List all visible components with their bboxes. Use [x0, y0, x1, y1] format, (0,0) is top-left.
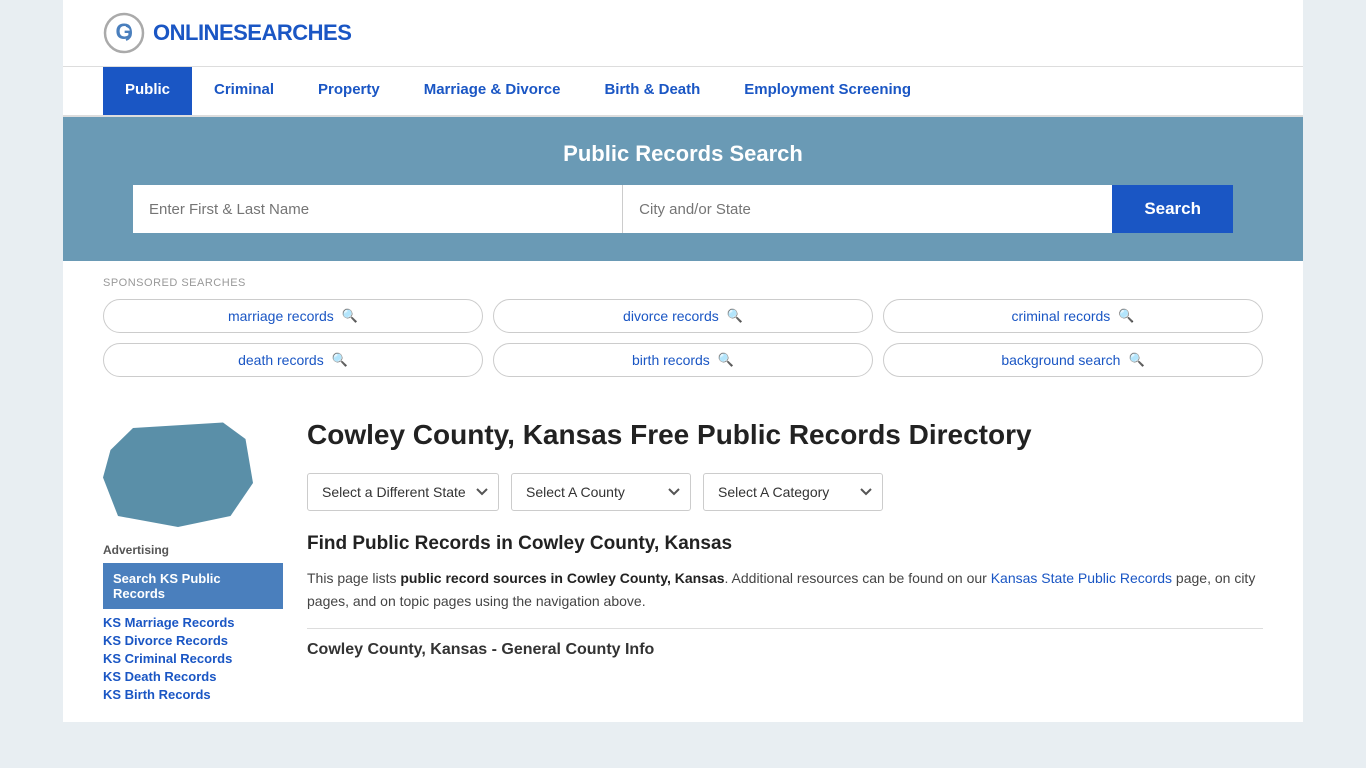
- site-header: G ONLINESEARCHES: [63, 0, 1303, 67]
- main-content: Cowley County, Kansas Free Public Record…: [307, 417, 1263, 702]
- county-dropdown[interactable]: Select A County: [511, 473, 691, 511]
- nav-employment[interactable]: Employment Screening: [722, 67, 933, 115]
- search-icon-2: 🔍: [1118, 308, 1134, 324]
- sponsored-item-4[interactable]: birth records 🔍: [493, 343, 873, 377]
- nav-marriage-divorce[interactable]: Marriage & Divorce: [402, 67, 583, 115]
- ad-active-box[interactable]: Search KS Public Records: [103, 563, 283, 609]
- search-icon-0: 🔍: [342, 308, 358, 324]
- search-icon-1: 🔍: [727, 308, 743, 324]
- search-icon-5: 🔍: [1128, 352, 1144, 368]
- main-nav: Public Criminal Property Marriage & Divo…: [63, 67, 1303, 117]
- search-icon-4: 🔍: [718, 352, 734, 368]
- search-banner: Public Records Search Search: [63, 117, 1303, 261]
- find-title: Find Public Records in Cowley County, Ka…: [307, 533, 1263, 555]
- ks-public-records-link[interactable]: Kansas State Public Records: [991, 570, 1172, 586]
- sponsored-link-5[interactable]: background search: [1001, 352, 1120, 368]
- nav-public[interactable]: Public: [103, 67, 192, 115]
- search-button[interactable]: Search: [1112, 185, 1233, 233]
- logo[interactable]: G ONLINESEARCHES: [103, 12, 351, 54]
- logo-text: ONLINESEARCHES: [153, 20, 351, 46]
- section-subtitle: Cowley County, Kansas - General County I…: [307, 641, 1263, 659]
- sponsored-item-2[interactable]: criminal records 🔍: [883, 299, 1263, 333]
- sponsored-label: SPONSORED SEARCHES: [103, 277, 1263, 289]
- section-divider: [307, 628, 1263, 629]
- sidebar-link-2[interactable]: KS Criminal Records: [103, 651, 283, 666]
- nav-property[interactable]: Property: [296, 67, 402, 115]
- dropdown-row: Select a Different State Select A County…: [307, 473, 1263, 511]
- location-input[interactable]: [623, 185, 1112, 233]
- sponsored-link-4[interactable]: birth records: [632, 352, 710, 368]
- sponsored-item-3[interactable]: death records 🔍: [103, 343, 483, 377]
- sidebar: Advertising Search KS Public Records KS …: [103, 417, 283, 702]
- nav-birth-death[interactable]: Birth & Death: [582, 67, 722, 115]
- sponsored-link-0[interactable]: marriage records: [228, 308, 334, 324]
- find-description: This page lists public record sources in…: [307, 567, 1263, 612]
- find-desc-bold: public record sources in Cowley County, …: [400, 570, 724, 586]
- find-desc-middle: . Additional resources can be found on o…: [725, 570, 991, 586]
- sponsored-item-0[interactable]: marriage records 🔍: [103, 299, 483, 333]
- sponsored-link-2[interactable]: criminal records: [1012, 308, 1111, 324]
- page-title: Cowley County, Kansas Free Public Record…: [307, 417, 1263, 453]
- state-map-icon: [103, 417, 253, 527]
- sidebar-link-1[interactable]: KS Divorce Records: [103, 633, 283, 648]
- sponsored-grid: marriage records 🔍 divorce records 🔍 cri…: [103, 299, 1263, 377]
- body-content: Advertising Search KS Public Records KS …: [63, 397, 1303, 722]
- category-dropdown[interactable]: Select A Category: [703, 473, 883, 511]
- sponsored-item-1[interactable]: divorce records 🔍: [493, 299, 873, 333]
- advertising-label: Advertising: [103, 543, 283, 557]
- find-desc-prefix: This page lists: [307, 570, 400, 586]
- sponsored-section: SPONSORED SEARCHES marriage records 🔍 di…: [63, 261, 1303, 397]
- search-banner-title: Public Records Search: [103, 141, 1263, 167]
- sidebar-link-0[interactable]: KS Marriage Records: [103, 615, 283, 630]
- sidebar-link-4[interactable]: KS Birth Records: [103, 687, 283, 702]
- logo-icon: G: [103, 12, 145, 54]
- sidebar-links: KS Marriage Records KS Divorce Records K…: [103, 615, 283, 702]
- sponsored-link-1[interactable]: divorce records: [623, 308, 719, 324]
- search-icon-3: 🔍: [332, 352, 348, 368]
- search-form: Search: [133, 185, 1233, 233]
- sidebar-link-3[interactable]: KS Death Records: [103, 669, 283, 684]
- state-dropdown[interactable]: Select a Different State: [307, 473, 499, 511]
- name-input[interactable]: [133, 185, 623, 233]
- sponsored-link-3[interactable]: death records: [238, 352, 324, 368]
- nav-criminal[interactable]: Criminal: [192, 67, 296, 115]
- sponsored-item-5[interactable]: background search 🔍: [883, 343, 1263, 377]
